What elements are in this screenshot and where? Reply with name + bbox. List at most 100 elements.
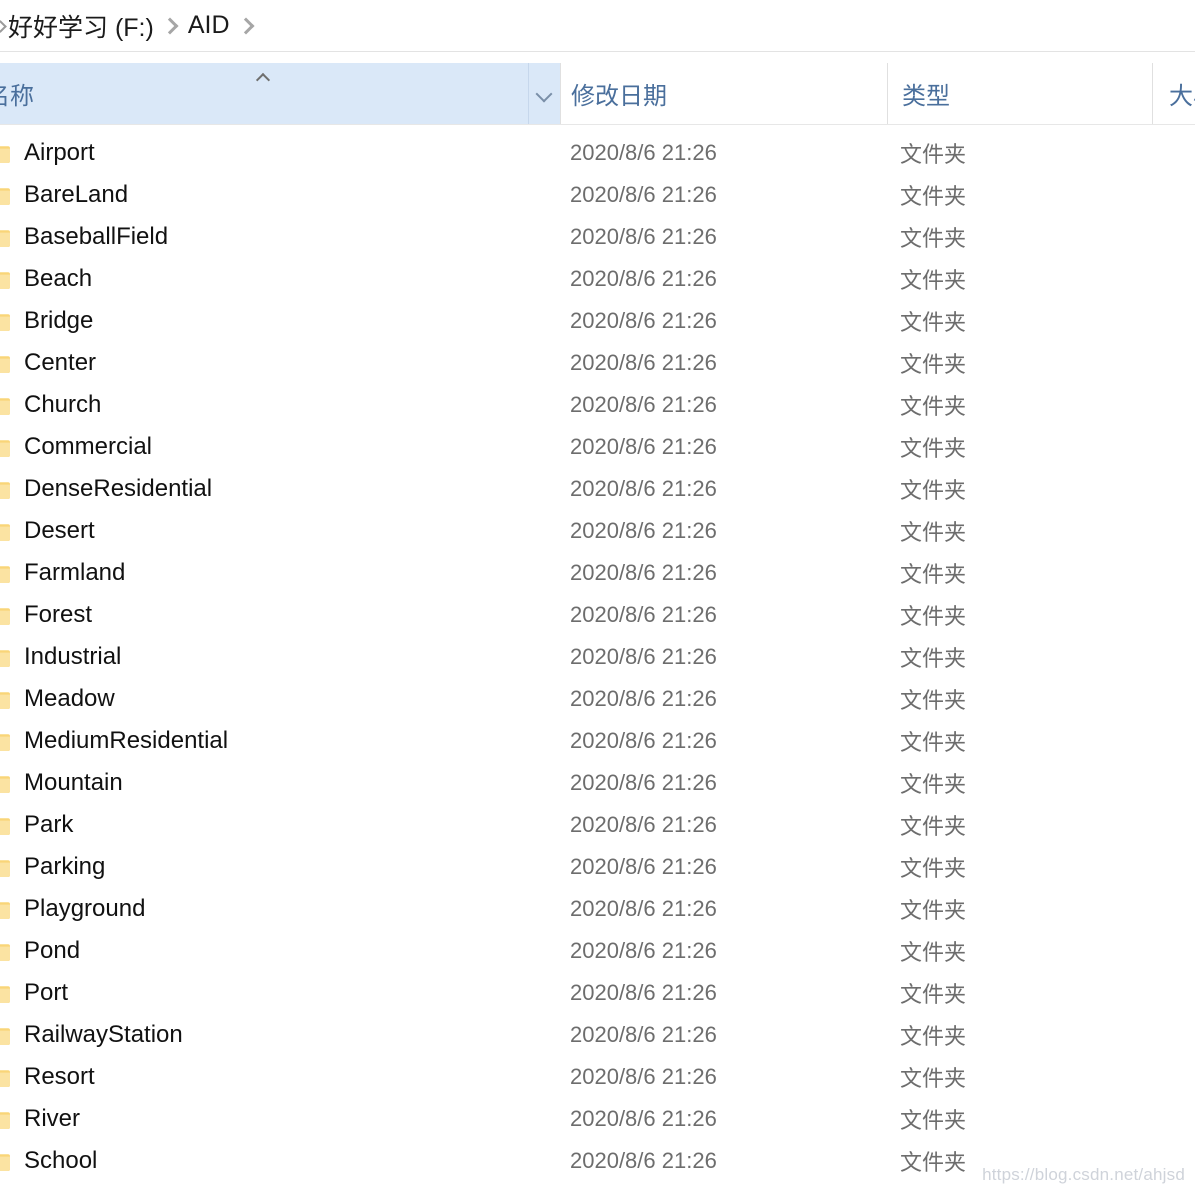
file-list: Airport 2020/8/6 21:26 文件夹 BareLand 2020/8/6…: [0, 132, 1195, 1182]
column-header-type[interactable]: 类型: [887, 63, 1152, 124]
file-name-cell: Church: [24, 391, 102, 418]
folder-icon: [0, 636, 24, 678]
file-name-cell: BareLand: [24, 181, 129, 208]
file-date-cell: 2020/8/6 21:26: [570, 602, 717, 627]
table-row[interactable]: RailwayStation 2020/8/6 21:26 文件夹: [0, 1014, 1195, 1056]
file-name-cell: Industrial: [24, 643, 122, 670]
table-row[interactable]: Center 2020/8/6 21:26 文件夹: [0, 342, 1195, 384]
file-date-cell: 2020/8/6 21:26: [570, 434, 717, 459]
file-type-cell: 文件夹: [900, 772, 967, 797]
table-row[interactable]: Airport 2020/8/6 21:26 文件夹: [0, 132, 1195, 174]
folder-icon: [0, 384, 24, 426]
table-row[interactable]: Playground 2020/8/6 21:26 文件夹: [0, 888, 1195, 930]
file-name-cell: Commercial: [24, 433, 153, 460]
table-row[interactable]: Parking 2020/8/6 21:26 文件夹: [0, 846, 1195, 888]
file-type-cell: 文件夹: [900, 688, 967, 713]
chevron-left-icon[interactable]: [0, 0, 8, 52]
file-type-cell: 文件夹: [900, 646, 967, 671]
column-header-type-label: 类型: [902, 83, 950, 110]
table-row[interactable]: Church 2020/8/6 21:26 文件夹: [0, 384, 1195, 426]
column-header-row: 名称 修改日期 类型 大小: [0, 63, 1195, 125]
folder-icon: [0, 1098, 24, 1140]
file-name-cell: Center: [24, 349, 97, 376]
folder-icon: [0, 804, 24, 846]
folder-icon: [0, 930, 24, 972]
table-row[interactable]: Forest 2020/8/6 21:26 文件夹: [0, 594, 1195, 636]
file-date-cell: 2020/8/6 21:26: [570, 266, 717, 291]
column-header-size-label: 大小: [1169, 83, 1195, 110]
folder-icon: [0, 174, 24, 216]
table-row[interactable]: Industrial 2020/8/6 21:26 文件夹: [0, 636, 1195, 678]
folder-icon: [0, 426, 24, 468]
column-header-name[interactable]: 名称: [0, 63, 528, 124]
file-date-cell: 2020/8/6 21:26: [570, 728, 717, 753]
folder-icon: [0, 300, 24, 342]
file-type-cell: 文件夹: [900, 982, 967, 1007]
file-name-cell: DenseResidential: [24, 475, 213, 502]
table-row[interactable]: Beach 2020/8/6 21:26 文件夹: [0, 258, 1195, 300]
table-row[interactable]: Meadow 2020/8/6 21:26 文件夹: [0, 678, 1195, 720]
file-name-cell: Parking: [24, 853, 106, 880]
file-date-cell: 2020/8/6 21:26: [570, 182, 717, 207]
file-name-cell: Bridge: [24, 307, 94, 334]
table-row[interactable]: Park 2020/8/6 21:26 文件夹: [0, 804, 1195, 846]
table-row[interactable]: Resort 2020/8/6 21:26 文件夹: [0, 1056, 1195, 1098]
file-type-cell: 文件夹: [900, 856, 967, 881]
table-row[interactable]: Pond 2020/8/6 21:26 文件夹: [0, 930, 1195, 972]
file-date-cell: 2020/8/6 21:26: [570, 980, 717, 1005]
table-row[interactable]: BareLand 2020/8/6 21:26 文件夹: [0, 174, 1195, 216]
file-type-cell: 文件夹: [900, 394, 967, 419]
table-row[interactable]: Bridge 2020/8/6 21:26 文件夹: [0, 300, 1195, 342]
table-row[interactable]: BaseballField 2020/8/6 21:26 文件夹: [0, 216, 1195, 258]
folder-icon: [0, 846, 24, 888]
file-date-cell: 2020/8/6 21:26: [570, 1064, 717, 1089]
table-row[interactable]: Farmland 2020/8/6 21:26 文件夹: [0, 552, 1195, 594]
file-date-cell: 2020/8/6 21:26: [570, 350, 717, 375]
breadcrumb-item-aid[interactable]: AID: [188, 11, 230, 40]
column-header-size[interactable]: 大小: [1152, 63, 1195, 124]
file-name-cell: BaseballField: [24, 223, 169, 250]
table-row[interactable]: Commercial 2020/8/6 21:26 文件夹: [0, 426, 1195, 468]
table-row[interactable]: DenseResidential 2020/8/6 21:26 文件夹: [0, 468, 1195, 510]
column-header-name-dropdown[interactable]: [528, 63, 560, 124]
file-date-cell: 2020/8/6 21:26: [570, 812, 717, 837]
folder-icon: [0, 1014, 24, 1056]
file-type-cell: 文件夹: [900, 352, 967, 377]
file-date-cell: 2020/8/6 21:26: [570, 938, 717, 963]
file-date-cell: 2020/8/6 21:26: [570, 1148, 717, 1173]
file-name-cell: School: [24, 1147, 98, 1174]
file-name-cell: MediumResidential: [24, 727, 229, 754]
folder-icon: [0, 258, 24, 300]
file-type-cell: 文件夹: [900, 1024, 967, 1049]
table-row[interactable]: Desert 2020/8/6 21:26 文件夹: [0, 510, 1195, 552]
table-row[interactable]: Mountain 2020/8/6 21:26 文件夹: [0, 762, 1195, 804]
folder-icon: [0, 888, 24, 930]
table-row[interactable]: Port 2020/8/6 21:26 文件夹: [0, 972, 1195, 1014]
file-type-cell: 文件夹: [900, 226, 967, 251]
folder-icon: [0, 510, 24, 552]
file-type-cell: 文件夹: [900, 436, 967, 461]
file-name-cell: Meadow: [24, 685, 115, 712]
table-row[interactable]: River 2020/8/6 21:26 文件夹: [0, 1098, 1195, 1140]
breadcrumb-item-drive[interactable]: 好好学习 (F:): [8, 8, 154, 44]
folder-icon: [0, 216, 24, 258]
file-date-cell: 2020/8/6 21:26: [570, 686, 717, 711]
table-row[interactable]: MediumResidential 2020/8/6 21:26 文件夹: [0, 720, 1195, 762]
folder-icon: [0, 720, 24, 762]
folder-icon: [0, 762, 24, 804]
folder-icon: [0, 552, 24, 594]
folder-icon: [0, 132, 24, 174]
column-header-date-modified[interactable]: 修改日期: [560, 63, 887, 124]
chevron-right-icon[interactable]: [154, 0, 188, 52]
folder-icon: [0, 1056, 24, 1098]
column-header-date-modified-label: 修改日期: [571, 83, 667, 110]
file-type-cell: 文件夹: [900, 940, 967, 965]
folder-icon: [0, 342, 24, 384]
file-date-cell: 2020/8/6 21:26: [570, 476, 717, 501]
file-date-cell: 2020/8/6 21:26: [570, 1106, 717, 1131]
file-type-cell: 文件夹: [900, 478, 967, 503]
file-name-cell: RailwayStation: [24, 1021, 183, 1048]
file-type-cell: 文件夹: [900, 310, 967, 335]
chevron-right-icon[interactable]: [230, 0, 264, 52]
folder-icon: [0, 678, 24, 720]
